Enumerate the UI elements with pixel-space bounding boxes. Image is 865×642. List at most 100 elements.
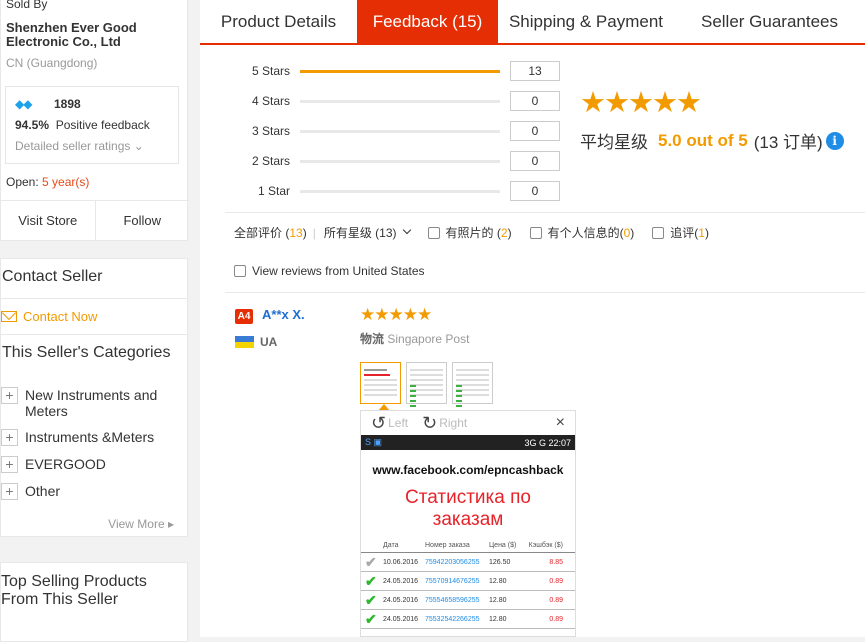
table-header: Дата Номер заказа Цена ($) Кэшбэк ($) — [361, 539, 575, 553]
logistics-label: 物流 — [360, 332, 385, 346]
close-icon[interactable]: × — [556, 414, 565, 432]
info-icon[interactable]: i — [825, 131, 844, 150]
category-item[interactable]: + Instruments &Meters — [1, 429, 187, 446]
cell-price: 12.80 — [489, 577, 507, 585]
average-star-icons: ★★★★★ — [580, 87, 702, 119]
positive-pct: 94.5% — [15, 118, 50, 132]
cell-cashback: 0.89 — [549, 577, 563, 585]
personal-info-count: 0 — [623, 225, 631, 240]
us-reviews-filter[interactable]: View reviews from United States — [234, 264, 425, 278]
personal-info-label: 有个人信息的 — [547, 226, 620, 240]
category-label[interactable]: New Instruments and Meters — [25, 387, 187, 419]
tab-seller-guarantees[interactable]: Seller Guarantees — [674, 0, 865, 43]
tab-shipping-payment[interactable]: Shipping & Payment — [498, 0, 674, 43]
store-open-duration: Open: 5 year(s) — [6, 175, 89, 189]
review-photo-thumbnail[interactable] — [406, 362, 447, 407]
phone-status-text: 3G G 22:07 — [524, 437, 571, 448]
expand-icon[interactable]: + — [1, 483, 18, 500]
category-label[interactable]: EVERGOOD — [25, 456, 106, 472]
rating-label: 2 Stars — [251, 154, 290, 168]
expand-icon[interactable]: + — [1, 429, 18, 446]
personal-info-checkbox[interactable] — [529, 226, 542, 239]
cell-cashback: 8.85 — [549, 558, 563, 566]
category-label[interactable]: Instruments &Meters — [25, 429, 154, 445]
table-row: ✔ 10.06.2016 75942203056255 126.50 8.85 — [361, 553, 575, 572]
filter-photos[interactable]: 有照片的 (2) — [427, 224, 512, 241]
check-icon: ✔ — [365, 572, 377, 589]
cell-order: 75570914676255 — [425, 577, 480, 585]
cell-price: 126.50 — [489, 558, 511, 566]
top-selling-title: Top Selling Products From This Seller — [1, 573, 147, 608]
contact-now-button[interactable]: Contact Now — [1, 298, 187, 335]
filter-followup[interactable]: 追评(1) — [652, 224, 709, 241]
photos-count: 2 — [500, 225, 508, 240]
cell-price: 12.80 — [489, 596, 507, 604]
category-item[interactable]: + New Instruments and Meters — [1, 387, 187, 419]
rating-label: 1 Star — [257, 184, 290, 198]
photos-checkbox[interactable] — [427, 226, 440, 239]
product-tabs: Product Details Feedback (15) Shipping &… — [200, 0, 865, 45]
review-photo-thumbnail[interactable] — [452, 362, 493, 407]
expand-icon[interactable]: + — [1, 387, 18, 404]
photos-label: 有照片的 — [445, 226, 494, 240]
view-more-link[interactable]: View More ▸ — [108, 517, 174, 531]
rating-count: 0 — [510, 121, 560, 141]
store-buttons: Visit Store Follow — [1, 200, 189, 240]
open-label: Open: — [6, 175, 39, 189]
check-icon: ✔ — [365, 610, 377, 627]
flag-icon — [235, 336, 254, 348]
expand-icon[interactable]: + — [1, 456, 18, 473]
followup-checkbox[interactable] — [652, 226, 665, 239]
visit-store-button[interactable]: Visit Store — [1, 201, 96, 240]
contact-seller-title: Contact Seller — [2, 268, 103, 285]
cell-date: 10.06.2016 — [383, 558, 419, 566]
screenshot-heading-line1: Статистика по — [405, 487, 531, 508]
screenshot-heading-line2: заказам — [432, 509, 504, 530]
detailed-ratings-link[interactable]: Detailed seller ratings ⌄ — [15, 139, 144, 153]
rotate-left-icon[interactable]: ↺ — [371, 413, 386, 434]
positive-feedback: 94.5% Positive feedback — [15, 118, 150, 132]
followup-count: 1 — [698, 225, 705, 240]
column-header: Цена ($) — [489, 542, 517, 549]
cell-order: 75532542266255 — [425, 615, 480, 623]
rotate-right-label[interactable]: Right — [439, 416, 467, 430]
rating-bar-fill — [300, 69, 500, 73]
reviewer-country: UA — [260, 335, 278, 349]
follow-button[interactable]: Follow — [96, 201, 190, 240]
filter-all-count: 13 — [289, 225, 303, 240]
rotate-left-label[interactable]: Left — [388, 416, 408, 430]
filter-personal-info[interactable]: 有个人信息的(0) — [529, 224, 634, 241]
seller-score[interactable]: 1898 — [54, 97, 81, 111]
column-header: Кэшбэк ($) — [528, 542, 563, 549]
rating-count: 13 — [510, 61, 560, 81]
rotate-right-icon[interactable]: ↻ — [422, 413, 437, 434]
average-orders: (13 订单) — [753, 133, 823, 152]
tab-product-details[interactable]: Product Details — [200, 0, 357, 43]
category-item[interactable]: + EVERGOOD — [1, 456, 187, 473]
buyer-level-badge: A4 — [235, 309, 253, 324]
rating-bar — [300, 99, 500, 103]
star-filter-select[interactable]: 所有星级 (13) — [324, 224, 410, 241]
cell-price: 12.80 — [489, 615, 507, 623]
cell-order: 75942203056255 — [425, 558, 480, 566]
rating-count: 0 — [510, 181, 560, 201]
category-item[interactable]: + Other — [1, 483, 187, 500]
category-label[interactable]: Other — [25, 483, 60, 499]
top-selling-card: Top Selling Products From This Seller — [0, 562, 188, 642]
contact-now-label: Contact Now — [23, 309, 98, 324]
table-row: ✔ 24.05.2016 75570914676255 12.80 0.89 — [361, 572, 575, 591]
viewer-controls: ↺ Left ↻ Right × — [361, 411, 575, 435]
category-list: + New Instruments and Meters + Instruments… — [1, 387, 187, 510]
us-reviews-checkbox[interactable] — [234, 265, 246, 277]
rating-bar — [300, 129, 500, 133]
column-header: Дата — [383, 542, 399, 549]
review-photo-thumbnails — [360, 362, 493, 407]
positive-label: Positive feedback — [55, 118, 150, 132]
check-icon: ✔ — [365, 553, 377, 570]
tab-feedback[interactable]: Feedback (15) — [357, 0, 498, 43]
shop-name[interactable]: Shenzhen Ever Good Electronic Co., Ltd — [6, 21, 184, 49]
review-photo-thumbnail[interactable] — [360, 362, 401, 404]
logistics-info: 物流 Singapore Post — [360, 330, 469, 347]
average-rating: 平均星级 5.0 out of 5 (13 订单) i — [580, 128, 844, 153]
filter-all[interactable]: 全部评价 (13) — [234, 224, 307, 241]
